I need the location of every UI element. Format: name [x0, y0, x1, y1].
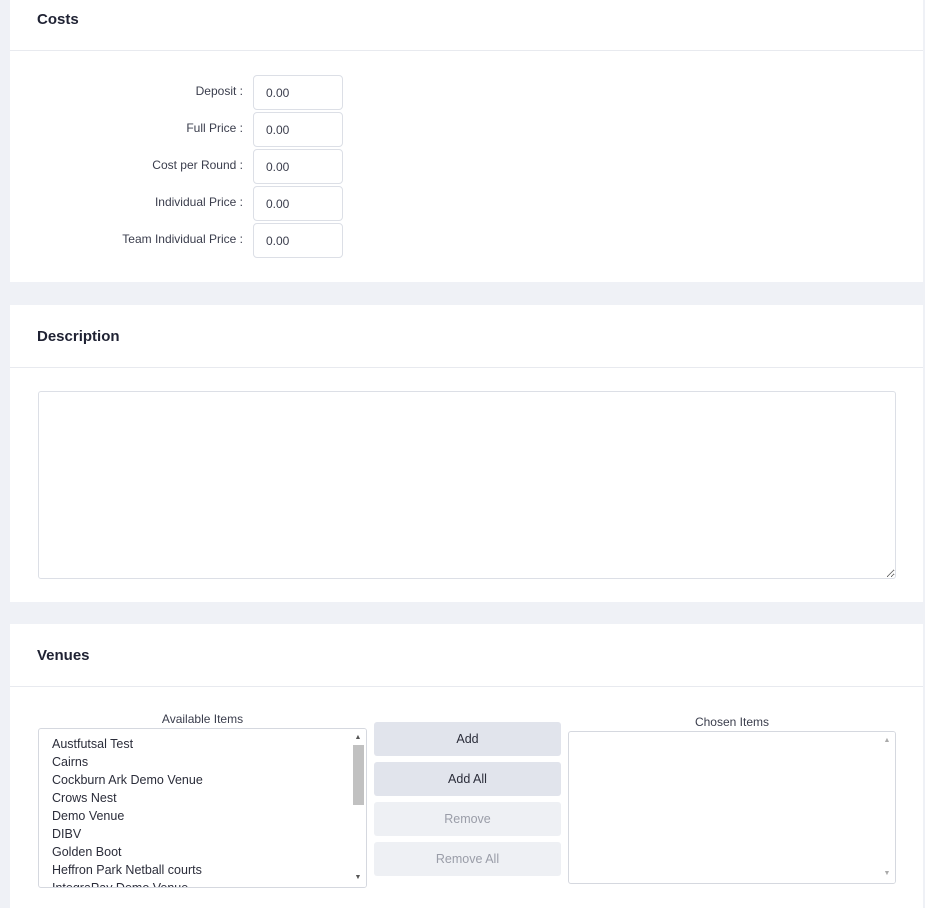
- description-section: Description: [10, 305, 923, 602]
- available-items-ul: Austfutsal Test Cairns Cockburn Ark Demo…: [39, 729, 366, 887]
- individual-price-row: Individual Price :: [10, 186, 350, 221]
- add-all-button[interactable]: Add All: [374, 762, 561, 796]
- team-individual-price-label: Team Individual Price :: [122, 232, 243, 246]
- costs-header: Costs: [10, 0, 923, 51]
- costs-title: Costs: [37, 11, 79, 28]
- scroll-down-arrow-icon[interactable]: ▼: [350, 871, 366, 885]
- list-item[interactable]: Cairns: [52, 753, 366, 771]
- full-price-input[interactable]: [253, 112, 343, 147]
- team-individual-price-input[interactable]: [253, 223, 343, 258]
- cost-per-round-row: Cost per Round :: [10, 149, 350, 184]
- deposit-row: Deposit :: [10, 75, 350, 110]
- individual-price-input[interactable]: [253, 186, 343, 221]
- available-items-list[interactable]: Austfutsal Test Cairns Cockburn Ark Demo…: [38, 728, 367, 888]
- scroll-up-arrow-icon[interactable]: ▲: [879, 734, 895, 748]
- description-header: Description: [10, 305, 923, 368]
- description-textarea[interactable]: [38, 391, 896, 579]
- venues-header: Venues: [10, 624, 923, 687]
- list-item[interactable]: Austfutsal Test: [52, 735, 366, 753]
- available-items-caption: Available Items: [161, 712, 244, 726]
- cost-per-round-input[interactable]: [253, 149, 343, 184]
- list-item[interactable]: Crows Nest: [52, 789, 366, 807]
- team-individual-price-row: Team Individual Price :: [10, 223, 350, 258]
- scroll-thumb[interactable]: [353, 745, 364, 805]
- description-title: Description: [37, 327, 120, 345]
- list-item[interactable]: DIBV: [52, 825, 366, 843]
- venues-section: Venues Available Items Austfutsal Test C…: [10, 624, 923, 908]
- venues-title: Venues: [37, 646, 90, 664]
- list-item[interactable]: Golden Boot: [52, 843, 366, 861]
- list-item[interactable]: Demo Venue: [52, 807, 366, 825]
- remove-all-button[interactable]: Remove All: [374, 842, 561, 876]
- list-item[interactable]: Heffron Park Netball courts: [52, 861, 366, 879]
- chosen-list-scrollbar[interactable]: ▲ ▼: [879, 732, 895, 883]
- scroll-down-arrow-icon[interactable]: ▼: [879, 867, 895, 881]
- add-button[interactable]: Add: [374, 722, 561, 756]
- full-price-label: Full Price :: [186, 121, 243, 135]
- available-list-scrollbar[interactable]: ▲ ▼: [350, 729, 366, 887]
- deposit-label: Deposit :: [195, 84, 243, 98]
- chosen-items-caption: Chosen Items: [694, 715, 770, 729]
- list-item[interactable]: IntegraPay Demo Venue: [52, 879, 366, 887]
- cost-per-round-label: Cost per Round :: [152, 158, 243, 172]
- deposit-input[interactable]: [253, 75, 343, 110]
- costs-section: Costs Deposit : Full Price : Cost per Ro…: [10, 0, 923, 282]
- scroll-up-arrow-icon[interactable]: ▲: [350, 731, 366, 745]
- list-item[interactable]: Cockburn Ark Demo Venue: [52, 771, 366, 789]
- remove-button[interactable]: Remove: [374, 802, 561, 836]
- full-price-row: Full Price :: [10, 112, 350, 147]
- chosen-items-list[interactable]: ▲ ▼: [568, 731, 896, 884]
- individual-price-label: Individual Price :: [154, 195, 243, 209]
